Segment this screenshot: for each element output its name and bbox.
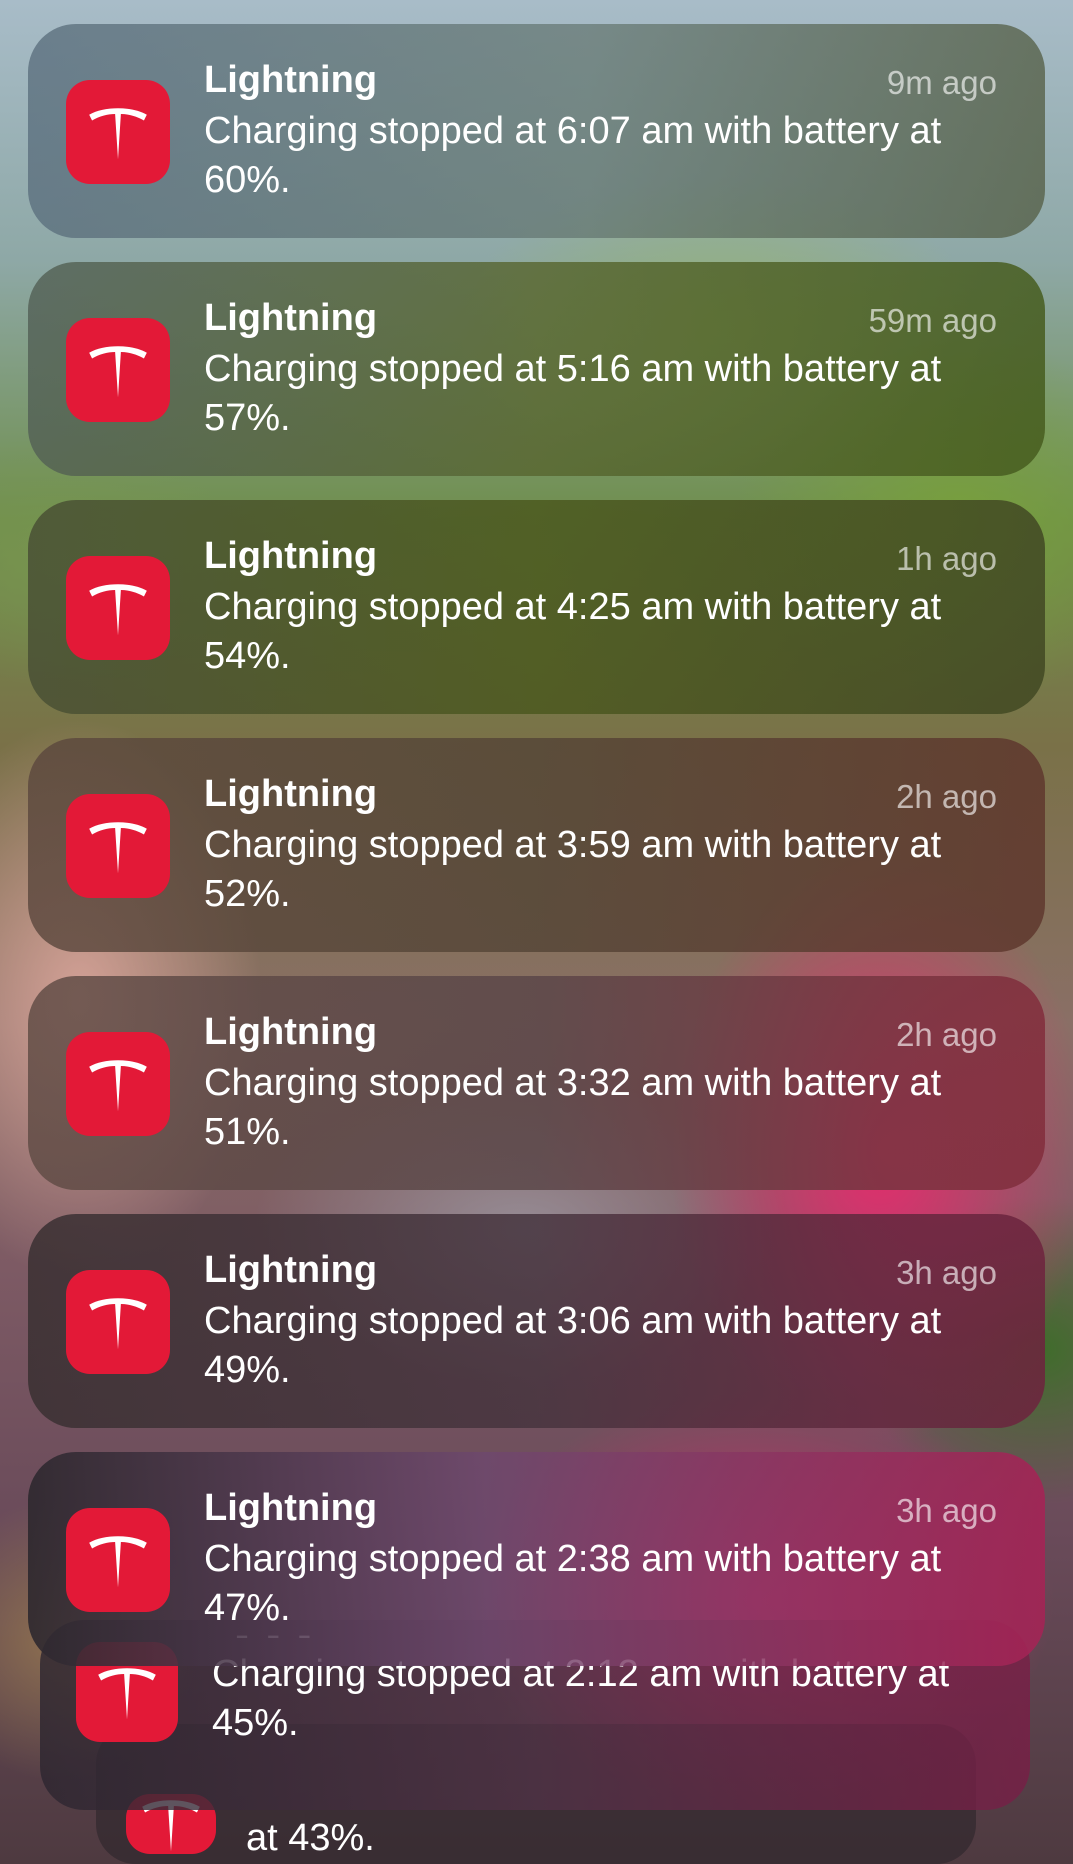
notification-time: 2h ago [896, 1016, 997, 1053]
notification-app-name: Lightning [204, 773, 378, 815]
notification-card[interactable]: Lightning 3h ago Charging stopped at 2:3… [28, 1452, 1045, 1666]
notification-card[interactable]: Lightning 2h ago Charging stopped at 3:5… [28, 738, 1045, 952]
tesla-logo-icon [66, 318, 170, 422]
notification-app-name: Lightning [204, 1011, 378, 1053]
notification-app-name: Lightning [204, 1487, 378, 1529]
notification-time: 2h ago [896, 778, 997, 815]
notification-app-name: Lightning [204, 1249, 378, 1291]
notification-card[interactable]: Lightning 1h ago Charging stopped at 4:2… [28, 500, 1045, 714]
notification-card[interactable]: Lightning 3h ago Charging stopped at 3:0… [28, 1214, 1045, 1428]
tesla-logo-icon [66, 80, 170, 184]
notification-message: Charging stopped at 3:06 am with battery… [204, 1300, 942, 1391]
tesla-logo-icon [66, 794, 170, 898]
notification-app-name: Lightning [204, 297, 378, 339]
tesla-logo-icon [66, 556, 170, 660]
notification-time: 1h ago [896, 540, 997, 577]
notification-card[interactable]: Lightning 59m ago Charging stopped at 5:… [28, 262, 1045, 476]
notification-message: Charging stopped at 6:07 am with battery… [204, 110, 942, 201]
notification-time: 3h ago [896, 1492, 997, 1529]
notification-message: Charging stopped at 2:38 am with battery… [204, 1538, 942, 1629]
notification-time: 3h ago [896, 1254, 997, 1291]
notification-time: 59m ago [868, 302, 997, 339]
notification-message: Charging stopped at 3:32 am with battery… [204, 1062, 942, 1153]
notification-message: Charging stopped at 5:16 am with battery… [204, 348, 942, 439]
notification-message: Charging stopped at 4:25 am with battery… [204, 586, 942, 677]
notification-time: 9m ago [886, 64, 997, 101]
notification-message: at 43%. [246, 1817, 375, 1859]
notification-card[interactable]: Lightning 2h ago Charging stopped at 3:3… [28, 976, 1045, 1190]
tesla-logo-icon [66, 1032, 170, 1136]
notification-app-name: Lightning [204, 59, 378, 101]
notification-message: Charging stopped at 3:59 am with battery… [204, 824, 942, 915]
notification-app-name: Lightning [204, 535, 378, 577]
tesla-logo-icon [66, 1270, 170, 1374]
notification-card[interactable]: Lightning 9m ago Charging stopped at 6:0… [28, 24, 1045, 238]
tesla-logo-icon [66, 1508, 170, 1612]
